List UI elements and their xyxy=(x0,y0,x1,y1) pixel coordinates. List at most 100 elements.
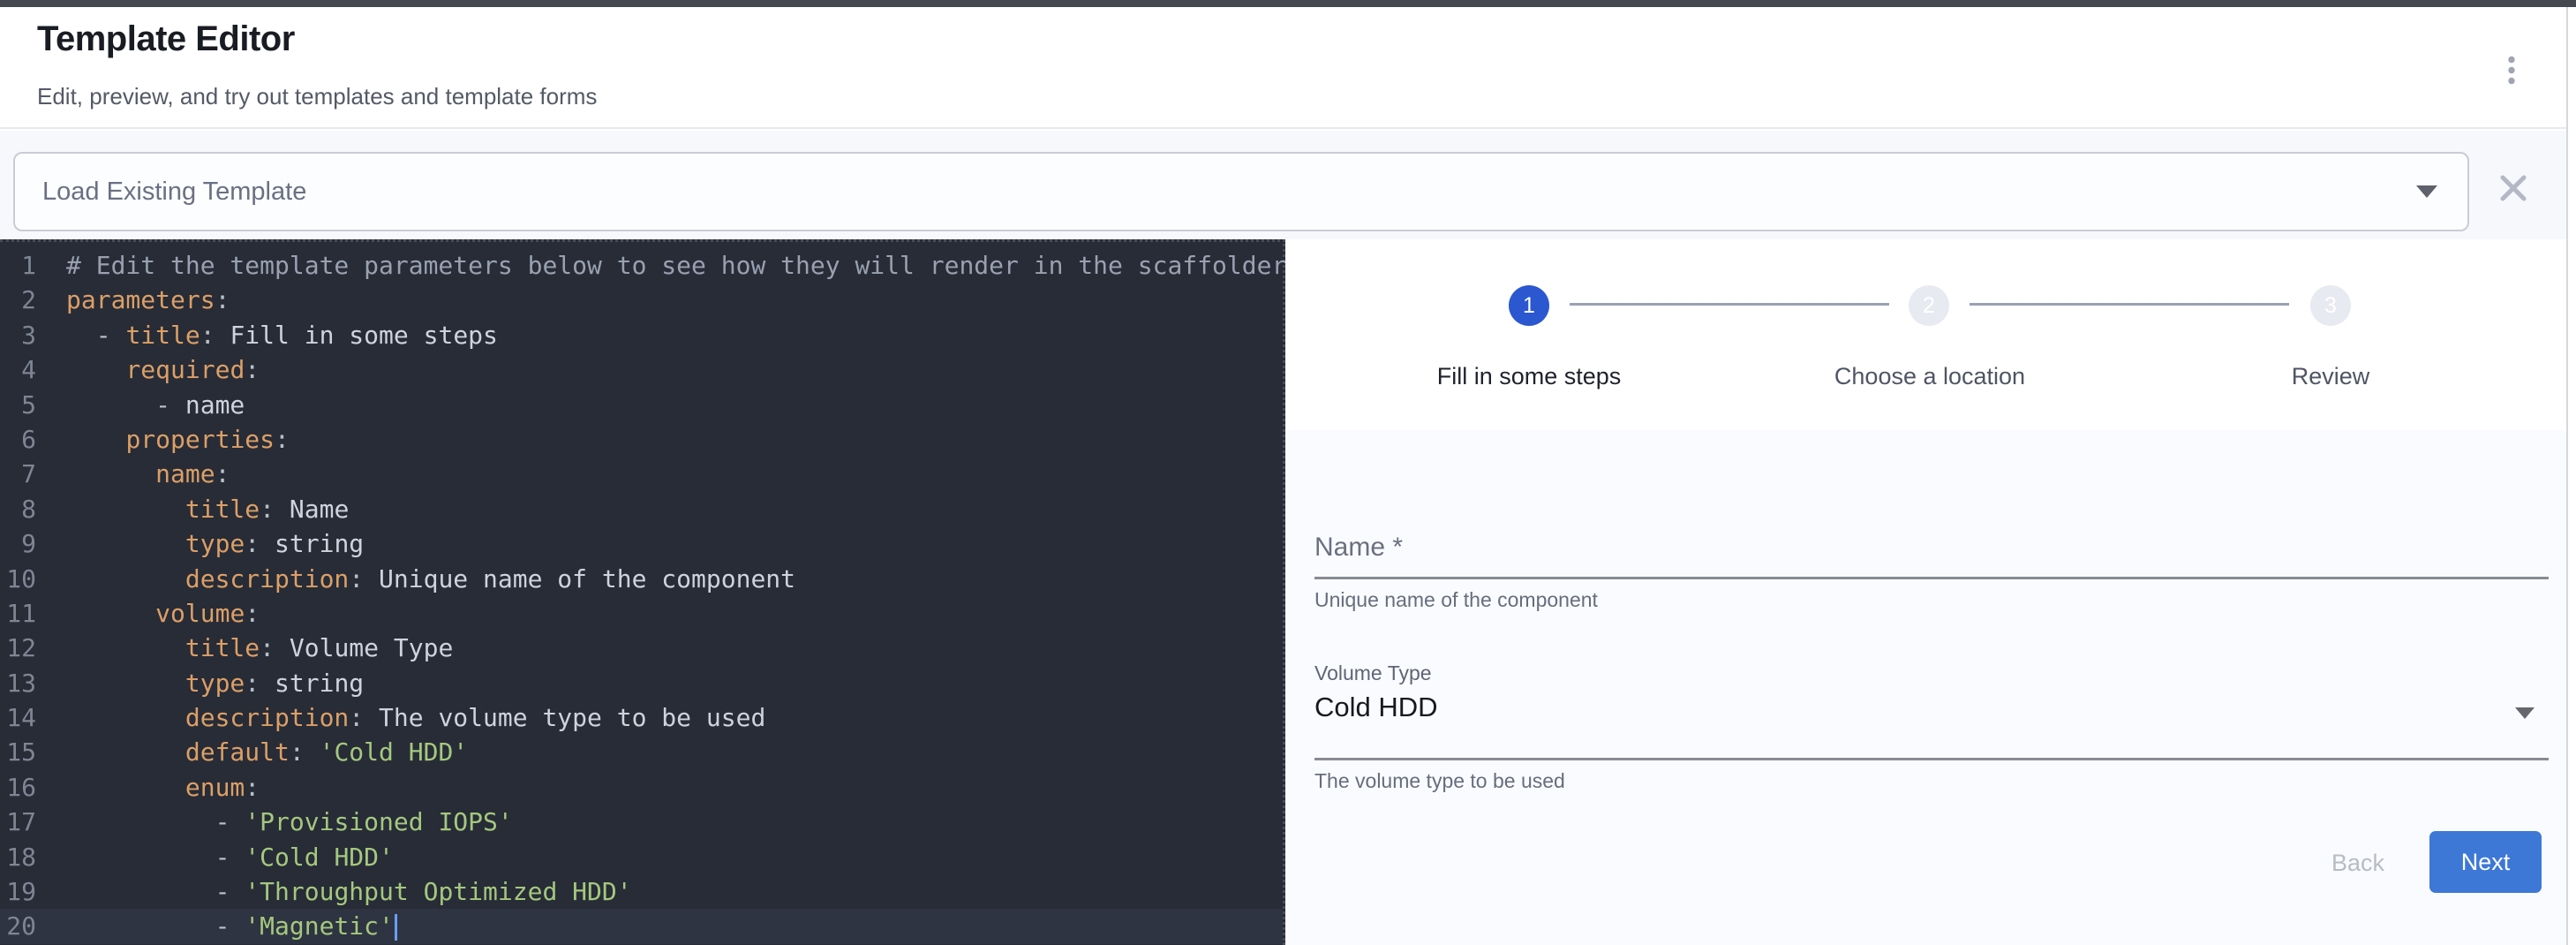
code-line-text: - 'Provisioned IOPS' xyxy=(66,805,513,839)
right-panel-border xyxy=(2566,7,2568,945)
code-line[interactable]: 7 name: xyxy=(0,457,1283,491)
line-number: 17 xyxy=(0,805,66,839)
code-line-text: - 'Throughput Optimized HDD' xyxy=(66,874,632,909)
code-line-text: type: string xyxy=(66,526,364,561)
code-line-text: type: string xyxy=(66,666,364,700)
code-line[interactable]: 10 description: Unique name of the compo… xyxy=(0,562,1283,596)
code-line[interactable]: 6 properties: xyxy=(0,422,1283,457)
line-number: 8 xyxy=(0,492,66,526)
step-label-fill-in-some-steps: Fill in some steps xyxy=(1352,363,1706,390)
code-line[interactable]: 9 type: string xyxy=(0,526,1283,561)
text-cursor xyxy=(395,914,397,941)
code-line[interactable]: 13 type: string xyxy=(0,666,1283,700)
code-line[interactable]: 8 title: Name xyxy=(0,492,1283,526)
line-number: 7 xyxy=(0,457,66,491)
code-line-text: - 'Magnetic' xyxy=(66,909,397,943)
code-line[interactable]: 18 - 'Cold HDD' xyxy=(0,840,1283,874)
load-template-placeholder: Load Existing Template xyxy=(42,154,306,230)
more-vert-icon xyxy=(2507,56,2516,86)
code-line[interactable]: 3 - title: Fill in some steps xyxy=(0,318,1283,352)
step-indicator-2: 2 xyxy=(1909,285,1949,326)
code-line-text: required: xyxy=(66,352,260,387)
code-line-text: - title: Fill in some steps xyxy=(66,318,498,352)
form-preview-panel: 1 2 3 Fill in some steps Choose a locati… xyxy=(1285,239,2566,945)
line-number: 11 xyxy=(0,596,66,631)
code-line-text: default: 'Cold HDD' xyxy=(66,735,468,769)
line-number: 6 xyxy=(0,422,66,457)
code-line[interactable]: 15 default: 'Cold HDD' xyxy=(0,735,1283,769)
line-number: 9 xyxy=(0,526,66,561)
code-line[interactable]: 1# Edit the template parameters below to… xyxy=(0,248,1283,283)
name-input[interactable] xyxy=(1314,518,2548,573)
code-line[interactable]: 17 - 'Provisioned IOPS' xyxy=(0,805,1283,839)
stepper: 1 2 3 Fill in some steps Choose a locati… xyxy=(1285,239,2566,429)
line-number: 19 xyxy=(0,874,66,909)
code-line[interactable]: 19 - 'Throughput Optimized HDD' xyxy=(0,874,1283,909)
code-line[interactable]: 2parameters: xyxy=(0,283,1283,317)
step-indicator-1: 1 xyxy=(1509,285,1549,326)
line-number: 16 xyxy=(0,770,66,805)
code-line-text: - 'Cold HDD' xyxy=(66,840,394,874)
line-number: 13 xyxy=(0,666,66,700)
code-line[interactable]: 16 enum: xyxy=(0,770,1283,805)
code-editor[interactable]: 1# Edit the template parameters below to… xyxy=(0,239,1285,945)
name-field-underline xyxy=(1314,577,2549,579)
code-line-text: volume: xyxy=(66,596,260,631)
code-line[interactable]: 11 volume: xyxy=(0,596,1283,631)
volume-type-label: Volume Type xyxy=(1314,662,1432,685)
line-number: 3 xyxy=(0,318,66,352)
stepper-connector xyxy=(1970,303,2289,306)
template-editor-page: Template Editor Edit, preview, and try o… xyxy=(0,0,2576,945)
toolbar: Load Existing Template xyxy=(0,131,2566,241)
line-number: 1 xyxy=(0,248,66,283)
stepper-connector xyxy=(1570,303,1889,306)
line-number: 10 xyxy=(0,562,66,596)
load-template-select[interactable]: Load Existing Template xyxy=(13,152,2469,231)
code-line-text: description: Unique name of the componen… xyxy=(66,562,795,596)
name-field-helper: Unique name of the component xyxy=(1314,588,1598,612)
code-line-text: properties: xyxy=(66,422,290,457)
step-number: 1 xyxy=(1523,293,1535,319)
line-number: 14 xyxy=(0,700,66,735)
code-line[interactable]: 20 - 'Magnetic' xyxy=(0,909,1283,943)
code-line-text: # Edit the template parameters below to … xyxy=(66,248,1286,283)
next-button[interactable]: Next xyxy=(2429,831,2542,893)
page-header: Template Editor Edit, preview, and try o… xyxy=(0,7,2566,129)
code-line-text: description: The volume type to be used xyxy=(66,700,765,735)
line-number: 5 xyxy=(0,388,66,422)
code-line-text: name: xyxy=(66,457,230,491)
line-number: 20 xyxy=(0,909,66,943)
code-line-text: parameters: xyxy=(66,283,230,317)
code-line[interactable]: 12 title: Volume Type xyxy=(0,631,1283,665)
form-area: Name * Unique name of the component Volu… xyxy=(1285,430,2566,945)
step-number: 2 xyxy=(1923,293,1935,319)
volume-type-helper: The volume type to be used xyxy=(1314,769,1565,793)
volume-type-select[interactable]: Cold HDD xyxy=(1314,692,2549,746)
back-button[interactable]: Back xyxy=(2292,832,2424,894)
line-number: 15 xyxy=(0,735,66,769)
code-lines: 1# Edit the template parameters below to… xyxy=(0,248,1283,944)
line-number: 12 xyxy=(0,631,66,665)
page-subtitle: Edit, preview, and try out templates and… xyxy=(37,83,597,110)
chevron-down-icon xyxy=(2416,185,2437,198)
volume-type-underline xyxy=(1314,758,2549,760)
step-indicator-3: 3 xyxy=(2310,285,2351,326)
code-line-text: enum: xyxy=(66,770,260,805)
code-line-text: - name xyxy=(66,388,245,422)
chevron-down-icon xyxy=(2515,707,2535,719)
line-number: 4 xyxy=(0,352,66,387)
code-line-text: title: Volume Type xyxy=(66,631,453,665)
clear-template-button[interactable] xyxy=(2489,164,2537,212)
code-line-text: title: Name xyxy=(66,492,349,526)
window-top-bar xyxy=(0,0,2576,7)
step-label-choose-a-location: Choose a location xyxy=(1753,363,2106,390)
page-title: Template Editor xyxy=(37,19,295,59)
code-line[interactable]: 4 required: xyxy=(0,352,1283,387)
code-line[interactable]: 5 - name xyxy=(0,388,1283,422)
step-label-review: Review xyxy=(2154,363,2507,390)
step-number: 3 xyxy=(2324,293,2337,319)
volume-type-value: Cold HDD xyxy=(1314,692,1438,723)
close-icon xyxy=(2499,174,2527,202)
code-line[interactable]: 14 description: The volume type to be us… xyxy=(0,700,1283,735)
kebab-menu-button[interactable] xyxy=(2489,48,2534,94)
